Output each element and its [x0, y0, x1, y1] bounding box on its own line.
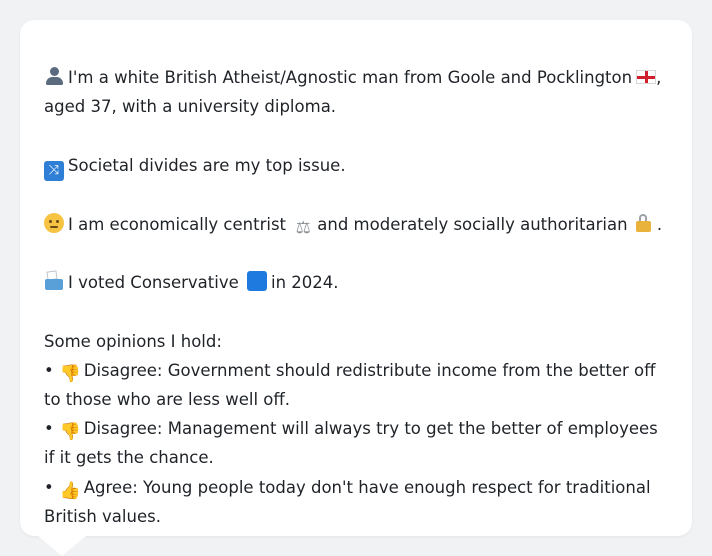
- opinion-text: Agree: Young people today don't have eno…: [44, 477, 651, 526]
- bullet: •: [44, 419, 54, 439]
- top-issue-line: ⤨ Societal divides are my top issue.: [44, 151, 668, 181]
- intro-text: I'm a white British Atheist/Agnostic man…: [68, 68, 633, 87]
- thumbs-up-icon: 👍: [59, 480, 81, 501]
- bullet: •: [44, 360, 54, 380]
- vote-text-a: I voted Conservative: [68, 273, 239, 293]
- bullet: •: [44, 477, 54, 497]
- intro-comma: ,: [656, 68, 662, 87]
- lock-icon: [635, 213, 653, 233]
- persona-card: I'm a white British Atheist/Agnostic man…: [20, 20, 692, 536]
- opinion-text: Disagree: Government should redistribute…: [44, 360, 656, 409]
- vote-text-b: in 2024.: [271, 273, 339, 293]
- intro-text-2: aged 37, with a university diploma.: [44, 97, 337, 117]
- top-issue-text: Societal divides are my top issue.: [68, 155, 346, 175]
- vote-line: I voted Conservative in 2024.: [44, 268, 668, 297]
- thumbs-down-icon: 👎: [59, 363, 81, 384]
- person-icon: [44, 66, 64, 86]
- opinion-item: • 👎 Disagree: Management will always try t…: [44, 414, 668, 472]
- stance-economic: I am economically centrist: [68, 214, 287, 234]
- england-flag-icon: [636, 70, 657, 84]
- opinion-text: Disagree: Management will always try to …: [44, 419, 658, 468]
- stance-end: .: [656, 214, 663, 234]
- opinions-header: Some opinions I hold:: [44, 331, 222, 351]
- thumbs-down-icon: 👎: [59, 422, 81, 443]
- speech-bubble-tail: [38, 536, 86, 556]
- ballot-box-icon: [44, 271, 64, 291]
- intro-line-2: aged 37, with a university diploma.: [44, 92, 668, 121]
- shuffle-icon: ⤨: [44, 160, 64, 181]
- stance-line: I am economically centrist ⚖ and moderate…: [44, 210, 668, 239]
- blue-square-icon: [247, 271, 268, 292]
- stance-social: and moderately socially authoritarian: [317, 214, 628, 234]
- opinion-item: • 👍 Agree: Young people today don't have e…: [44, 473, 668, 531]
- thinking-face-icon: [44, 212, 64, 233]
- opinion-item: • 👎 Disagree: Government should redistribu…: [44, 356, 668, 414]
- scales-icon: ⚖: [295, 217, 311, 238]
- intro-line: I'm a white British Atheist/Agnostic man…: [44, 63, 668, 92]
